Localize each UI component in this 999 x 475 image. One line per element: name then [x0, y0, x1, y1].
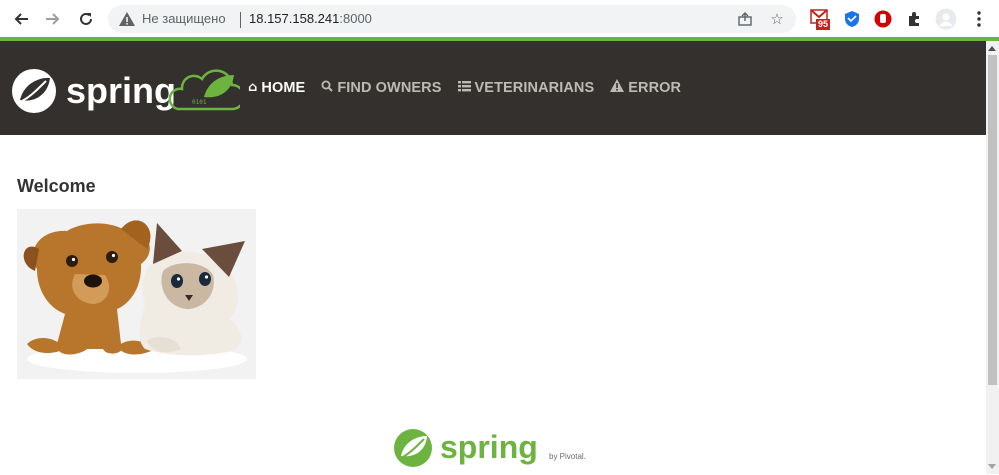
warning-icon: [610, 79, 625, 96]
url-port: :8000: [339, 11, 372, 26]
nav-error[interactable]: ERROR: [610, 79, 681, 96]
reload-button[interactable]: [73, 6, 99, 32]
reload-icon: [80, 12, 92, 25]
shield-icon: [845, 11, 859, 27]
scroll-up-arrow-icon[interactable]: [988, 46, 996, 51]
warning-icon: [119, 12, 135, 26]
adblock-extension[interactable]: [872, 8, 894, 30]
security-label[interactable]: Не защищено: [142, 11, 226, 26]
extensions-button[interactable]: [903, 8, 925, 30]
profile-button[interactable]: [935, 8, 957, 30]
shield-extension[interactable]: [841, 8, 863, 30]
scroll-thumb[interactable]: [988, 55, 997, 385]
kebab-menu-icon: [977, 11, 981, 27]
back-button[interactable]: [8, 6, 34, 32]
gmail-extension[interactable]: 95: [810, 8, 832, 30]
forward-arrow-icon: [46, 13, 60, 25]
nav-find-owners-label: FIND OWNERS: [337, 79, 442, 96]
gmail-badge: 95: [816, 19, 831, 30]
bookmark-star-icon[interactable]: ☆: [768, 10, 786, 28]
back-arrow-icon: [14, 13, 28, 25]
omnibox-divider: [240, 12, 241, 28]
list-icon: [457, 80, 471, 96]
footer-brand: spring: [440, 429, 538, 465]
cloud-leaf-icon: 0101: [168, 69, 246, 111]
spring-logo[interactable]: spring 0101: [10, 67, 246, 122]
forward-button[interactable]: [40, 6, 66, 32]
brand-wordmark: spring: [66, 70, 176, 111]
pets-image: [17, 209, 256, 379]
browser-menu-button[interactable]: [968, 8, 990, 30]
footer-byline: by Pivotal.: [549, 452, 586, 461]
nav-error-label: ERROR: [628, 79, 682, 96]
search-icon: [321, 80, 334, 96]
url-text[interactable]: 18.157.158.241:8000: [249, 11, 372, 26]
page-scrollbar[interactable]: [986, 41, 999, 474]
nav-find-owners[interactable]: FIND OWNERS: [321, 79, 441, 96]
top-navbar: spring 0101 ⌂ HOME FIND OWNERS VETERINAR…: [0, 41, 986, 135]
nav-veterinarians[interactable]: VETERINARIANS: [457, 79, 595, 96]
nav-veterinarians-label: VETERINARIANS: [474, 79, 595, 96]
puzzle-icon: [909, 12, 919, 26]
stop-hand-icon: [874, 10, 892, 28]
nav-home-label: HOME: [261, 79, 306, 96]
footer-logo: spring by Pivotal.: [392, 426, 592, 475]
main-nav: ⌂ HOME FIND OWNERS VETERINARIANS ERROR: [248, 79, 697, 96]
nav-home[interactable]: ⌂ HOME: [248, 79, 305, 96]
share-icon[interactable]: [736, 10, 754, 28]
home-icon: ⌂: [248, 80, 258, 95]
browser-toolbar: Не защищено 18.157.158.241:8000 ☆ 95: [0, 0, 999, 37]
scroll-down-arrow-icon[interactable]: [988, 464, 996, 469]
url-host: 18.157.158.241: [249, 11, 340, 26]
avatar-icon: [935, 8, 957, 30]
page-title: Welcome: [17, 176, 96, 196]
address-bar[interactable]: Не защищено 18.157.158.241:8000 ☆: [108, 5, 796, 33]
svg-text:0101: 0101: [192, 99, 207, 106]
